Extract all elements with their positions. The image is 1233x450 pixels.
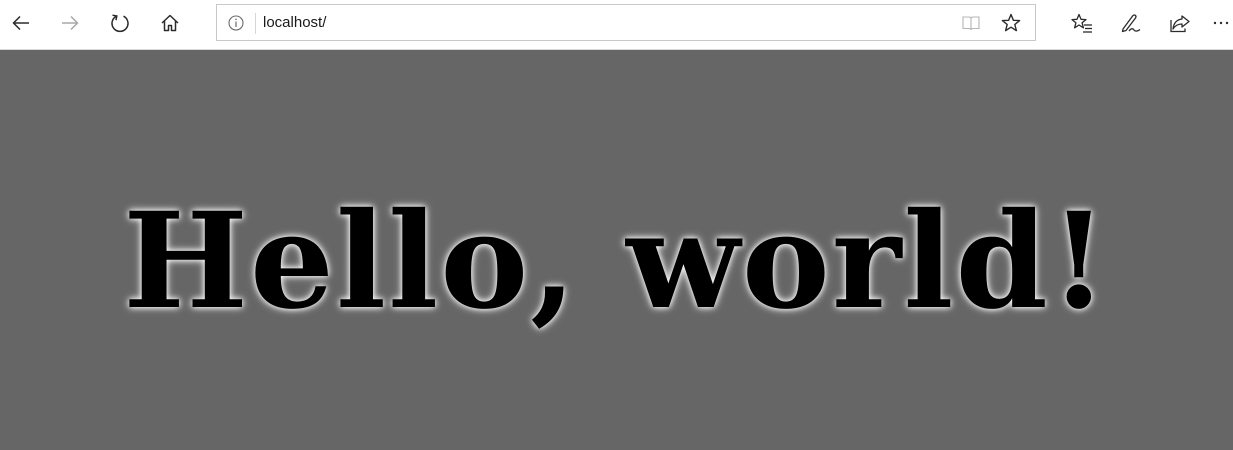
browser-toolbar: localhost/ [0,0,1233,50]
forward-button[interactable] [52,6,88,40]
pen-icon [1119,12,1143,34]
share-button[interactable] [1162,6,1198,40]
arrow-right-icon [59,12,81,34]
book-icon[interactable] [960,12,982,34]
favorites-list-icon [1070,12,1094,34]
home-icon [159,12,181,34]
favorites-button[interactable] [1064,6,1100,40]
add-notes-button[interactable] [1113,6,1149,40]
url-text[interactable]: localhost/ [263,13,326,33]
info-icon[interactable] [227,14,245,32]
star-icon[interactable] [1000,12,1022,34]
more-icon [1211,12,1233,34]
share-icon [1168,12,1192,34]
hello-world-heading: Hello, world! [123,184,1110,339]
home-button[interactable] [152,6,188,40]
refresh-icon [109,12,131,34]
refresh-button[interactable] [102,6,138,40]
more-button[interactable] [1211,6,1233,40]
address-bar[interactable]: localhost/ [216,4,1036,41]
back-button[interactable] [3,6,39,40]
arrow-left-icon [10,12,32,34]
page-viewport: Hello, world! [0,50,1233,450]
address-divider [255,13,256,34]
